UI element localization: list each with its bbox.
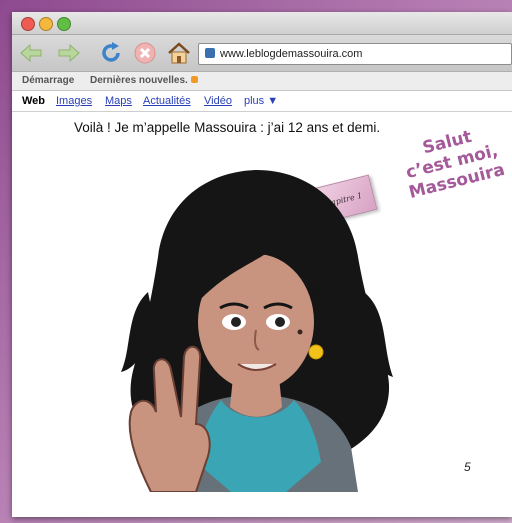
nav-maps[interactable]: Maps — [105, 91, 132, 111]
page-number: 5 — [464, 460, 471, 474]
nav-images[interactable]: Images — [56, 91, 92, 111]
bookmarks-bar: Démarrage Dernières nouvelles. — [12, 72, 512, 91]
url-text: www.leblogdemassouira.com — [220, 48, 363, 60]
search-nav: Web Images Maps Actualités Vidéo plus ▼ — [12, 91, 512, 112]
site-icon — [205, 48, 215, 58]
nav-more[interactable]: plus ▼ — [244, 91, 278, 111]
earring — [308, 344, 324, 360]
nav-actualites[interactable]: Actualités — [143, 91, 191, 111]
nav-web[interactable]: Web — [22, 91, 45, 111]
intro-text: Voilà ! Je m’appelle Massouira : j’ai 12… — [74, 120, 381, 135]
bookmark-dernieres-nouvelles[interactable]: Dernières nouvelles. — [90, 72, 198, 90]
forward-arrow-icon[interactable] — [56, 40, 82, 66]
rss-icon — [190, 76, 198, 83]
home-icon[interactable] — [166, 40, 192, 66]
nav-video[interactable]: Vidéo — [204, 91, 232, 111]
bookmark-demarrage[interactable]: Démarrage — [22, 72, 74, 90]
back-arrow-icon[interactable] — [18, 40, 44, 66]
page-content: Voilà ! Je m’appelle Massouira : j’ai 12… — [12, 112, 512, 497]
browser-toolbar: www.leblogdemassouira.com — [12, 35, 512, 72]
close-window-icon[interactable] — [21, 17, 35, 31]
address-bar[interactable]: www.leblogdemassouira.com — [198, 43, 512, 65]
reload-icon[interactable] — [98, 40, 124, 66]
browser-window: www.leblogdemassouira.com Démarrage Dern… — [12, 12, 512, 517]
minimize-window-icon[interactable] — [39, 17, 53, 31]
massouira-illustration — [121, 170, 393, 492]
zoom-window-icon[interactable] — [57, 17, 71, 31]
stop-icon[interactable] — [132, 40, 158, 66]
bookmark-dernieres-label: Dernières nouvelles. — [90, 75, 188, 86]
title-bar — [12, 12, 512, 35]
